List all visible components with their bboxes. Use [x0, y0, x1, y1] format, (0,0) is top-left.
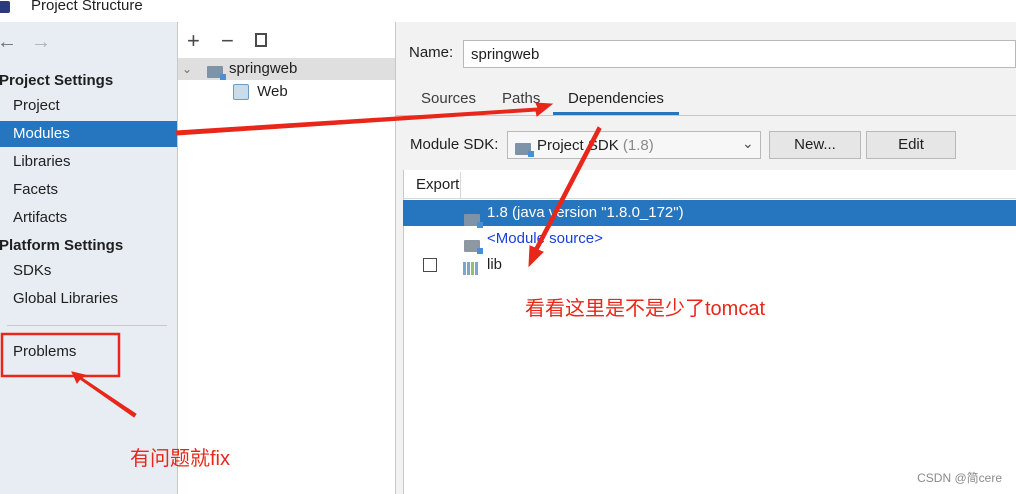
module-name-field[interactable]: springweb: [463, 40, 1016, 68]
module-tree-panel: + − ⌄ springweb Web: [178, 22, 396, 494]
module-source-folder-icon: [464, 240, 483, 255]
sdk-folder-icon: [515, 143, 534, 158]
dependency-label-module-source: <Module source>: [487, 230, 603, 247]
module-sdk-select[interactable]: Project SDK (1.8) ⌄: [507, 131, 761, 159]
add-button[interactable]: +: [187, 30, 200, 52]
annotation-deps-note: 看看这里是不是少了tomcat: [525, 298, 766, 320]
sidebar-item-sdks[interactable]: SDKs: [0, 258, 177, 284]
sidebar-item-global-libraries[interactable]: Global Libraries: [0, 286, 177, 312]
sidebar-item-libraries[interactable]: Libraries: [0, 149, 177, 175]
settings-sidebar: ← → Project Settings Project Modules Lib…: [0, 22, 178, 494]
tab-paths[interactable]: Paths: [502, 90, 540, 116]
web-facet-icon: [233, 84, 249, 101]
window-title: Project Structure: [31, 0, 143, 14]
dependency-row-jdk[interactable]: 1.8 (java version "1.8.0_172"): [403, 200, 1016, 229]
dependency-row-lib[interactable]: lib: [403, 252, 1016, 278]
sidebar-divider: [7, 325, 167, 326]
tab-sources[interactable]: Sources: [421, 90, 476, 116]
tree-row-module[interactable]: ⌄ springweb: [178, 58, 395, 81]
sidebar-item-artifacts[interactable]: Artifacts: [0, 205, 177, 231]
chevron-down-icon[interactable]: ⌄: [182, 58, 192, 80]
module-sdk-label: Module SDK:: [410, 136, 499, 153]
copy-icon[interactable]: [255, 33, 267, 47]
dependency-label-jdk: 1.8 (java version "1.8.0_172"): [487, 204, 684, 221]
dependency-row-module-source[interactable]: <Module source>: [403, 226, 1016, 255]
app-icon: [0, 1, 10, 13]
module-name-value: springweb: [471, 46, 540, 63]
module-folder-icon: [207, 66, 226, 81]
tree-row-web[interactable]: Web: [233, 83, 288, 101]
arrow-right-icon[interactable]: →: [31, 31, 51, 54]
sdk-value: Project SDK: [537, 137, 619, 154]
header-bottom-border: [403, 198, 1016, 199]
platform-settings-heading: Platform Settings: [0, 237, 124, 254]
watermark: CSDN @简cere: [917, 471, 1002, 485]
tabs-divider: [396, 115, 1016, 116]
dependency-label-lib: lib: [487, 256, 503, 273]
sidebar-item-modules[interactable]: Modules: [0, 121, 177, 147]
tree-module-label: springweb: [229, 60, 298, 77]
jdk-folder-icon: [464, 214, 483, 229]
library-icon: [463, 258, 478, 284]
annotation-problems-note: 有问题就fix: [130, 448, 230, 470]
sidebar-item-project[interactable]: Project: [0, 93, 177, 119]
sidebar-item-facets[interactable]: Facets: [0, 177, 177, 203]
export-checkbox-lib[interactable]: [423, 258, 437, 272]
export-column-header: Export: [416, 176, 460, 193]
sidebar-item-problems[interactable]: Problems: [0, 339, 177, 365]
remove-button[interactable]: −: [221, 30, 234, 52]
project-settings-heading: Project Settings: [0, 72, 114, 89]
new-sdk-button[interactable]: New...: [769, 131, 861, 159]
header-divider: [460, 172, 461, 198]
sdk-version: (1.8): [622, 137, 654, 154]
chevron-down-icon[interactable]: ⌄: [742, 135, 754, 152]
title-bar: Project Structure: [0, 0, 1016, 22]
arrow-left-icon[interactable]: ←: [0, 31, 17, 54]
edit-sdk-button[interactable]: Edit: [866, 131, 956, 159]
tree-web-label: Web: [257, 83, 288, 100]
name-label: Name:: [409, 44, 454, 61]
